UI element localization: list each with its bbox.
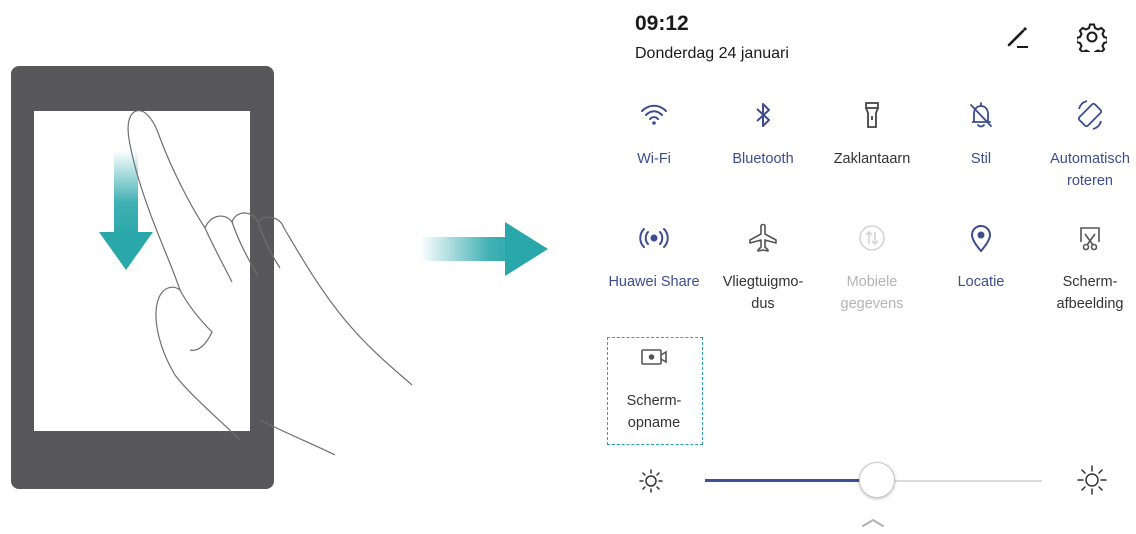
rotate-icon — [1072, 97, 1108, 133]
chevron-up-icon[interactable] — [859, 515, 887, 534]
tile-huawei-share[interactable]: Huawei Share — [599, 220, 709, 293]
huawei-share-icon — [636, 220, 672, 256]
brightness-slider-fill — [705, 479, 877, 482]
tile-label: Scherm-afbeelding — [1056, 274, 1124, 312]
flashlight-icon — [854, 97, 890, 133]
tile-mobile-data[interactable]: Mobiele gegevens — [817, 220, 927, 315]
tile-label: Mobiele gegevens — [840, 274, 904, 312]
tile-label: Huawei Share — [608, 274, 700, 290]
tile-label: Bluetooth — [732, 151, 794, 167]
tile-label: Scherm-opname — [626, 393, 682, 431]
status-date: Donderdag 24 januari — [635, 45, 789, 62]
wifi-icon — [636, 97, 672, 133]
tile-autorotate[interactable]: Automatisch roteren — [1035, 97, 1136, 192]
swipe-gesture-illustration — [99, 110, 548, 456]
tile-label: Zaklantaarn — [833, 151, 911, 167]
settings-gear-icon[interactable] — [1077, 22, 1107, 52]
tile-label: Vliegtuigmo-dus — [722, 274, 804, 312]
airplane-icon — [745, 220, 781, 256]
tile-location[interactable]: Locatie — [926, 220, 1036, 293]
tile-flashlight[interactable]: Zaklantaarn — [817, 97, 927, 170]
brightness-slider-thumb[interactable] — [858, 462, 895, 498]
tile-silent[interactable]: Stil — [926, 97, 1036, 170]
tile-screen-record[interactable]: Scherm-opname — [599, 339, 709, 434]
screen-record-icon — [636, 339, 672, 375]
tile-label: Locatie — [957, 274, 1005, 290]
mobile-data-icon — [854, 220, 890, 256]
edit-icon[interactable] — [1002, 22, 1032, 52]
tile-screenshot[interactable]: Scherm-afbeelding — [1035, 220, 1136, 315]
tile-wifi[interactable]: Wi-Fi — [599, 97, 709, 170]
swipe-down-arrow-icon — [99, 150, 153, 270]
location-pin-icon — [963, 220, 999, 256]
tile-bluetooth[interactable]: Bluetooth — [708, 97, 818, 170]
brightness-low-icon — [638, 468, 664, 499]
tile-label: Wi-Fi — [637, 151, 671, 167]
tile-airplane[interactable]: Vliegtuigmo-dus — [708, 220, 818, 315]
bell-off-icon — [963, 97, 999, 133]
bluetooth-icon — [745, 97, 781, 133]
tile-label: Automatisch roteren — [1050, 151, 1130, 189]
tile-label: Stil — [970, 151, 992, 167]
screenshot-icon — [1072, 220, 1108, 256]
status-time: 09:12 — [635, 12, 689, 35]
hand-icon — [127, 110, 413, 441]
right-arrow-icon — [420, 222, 548, 276]
brightness-high-icon — [1076, 464, 1108, 501]
